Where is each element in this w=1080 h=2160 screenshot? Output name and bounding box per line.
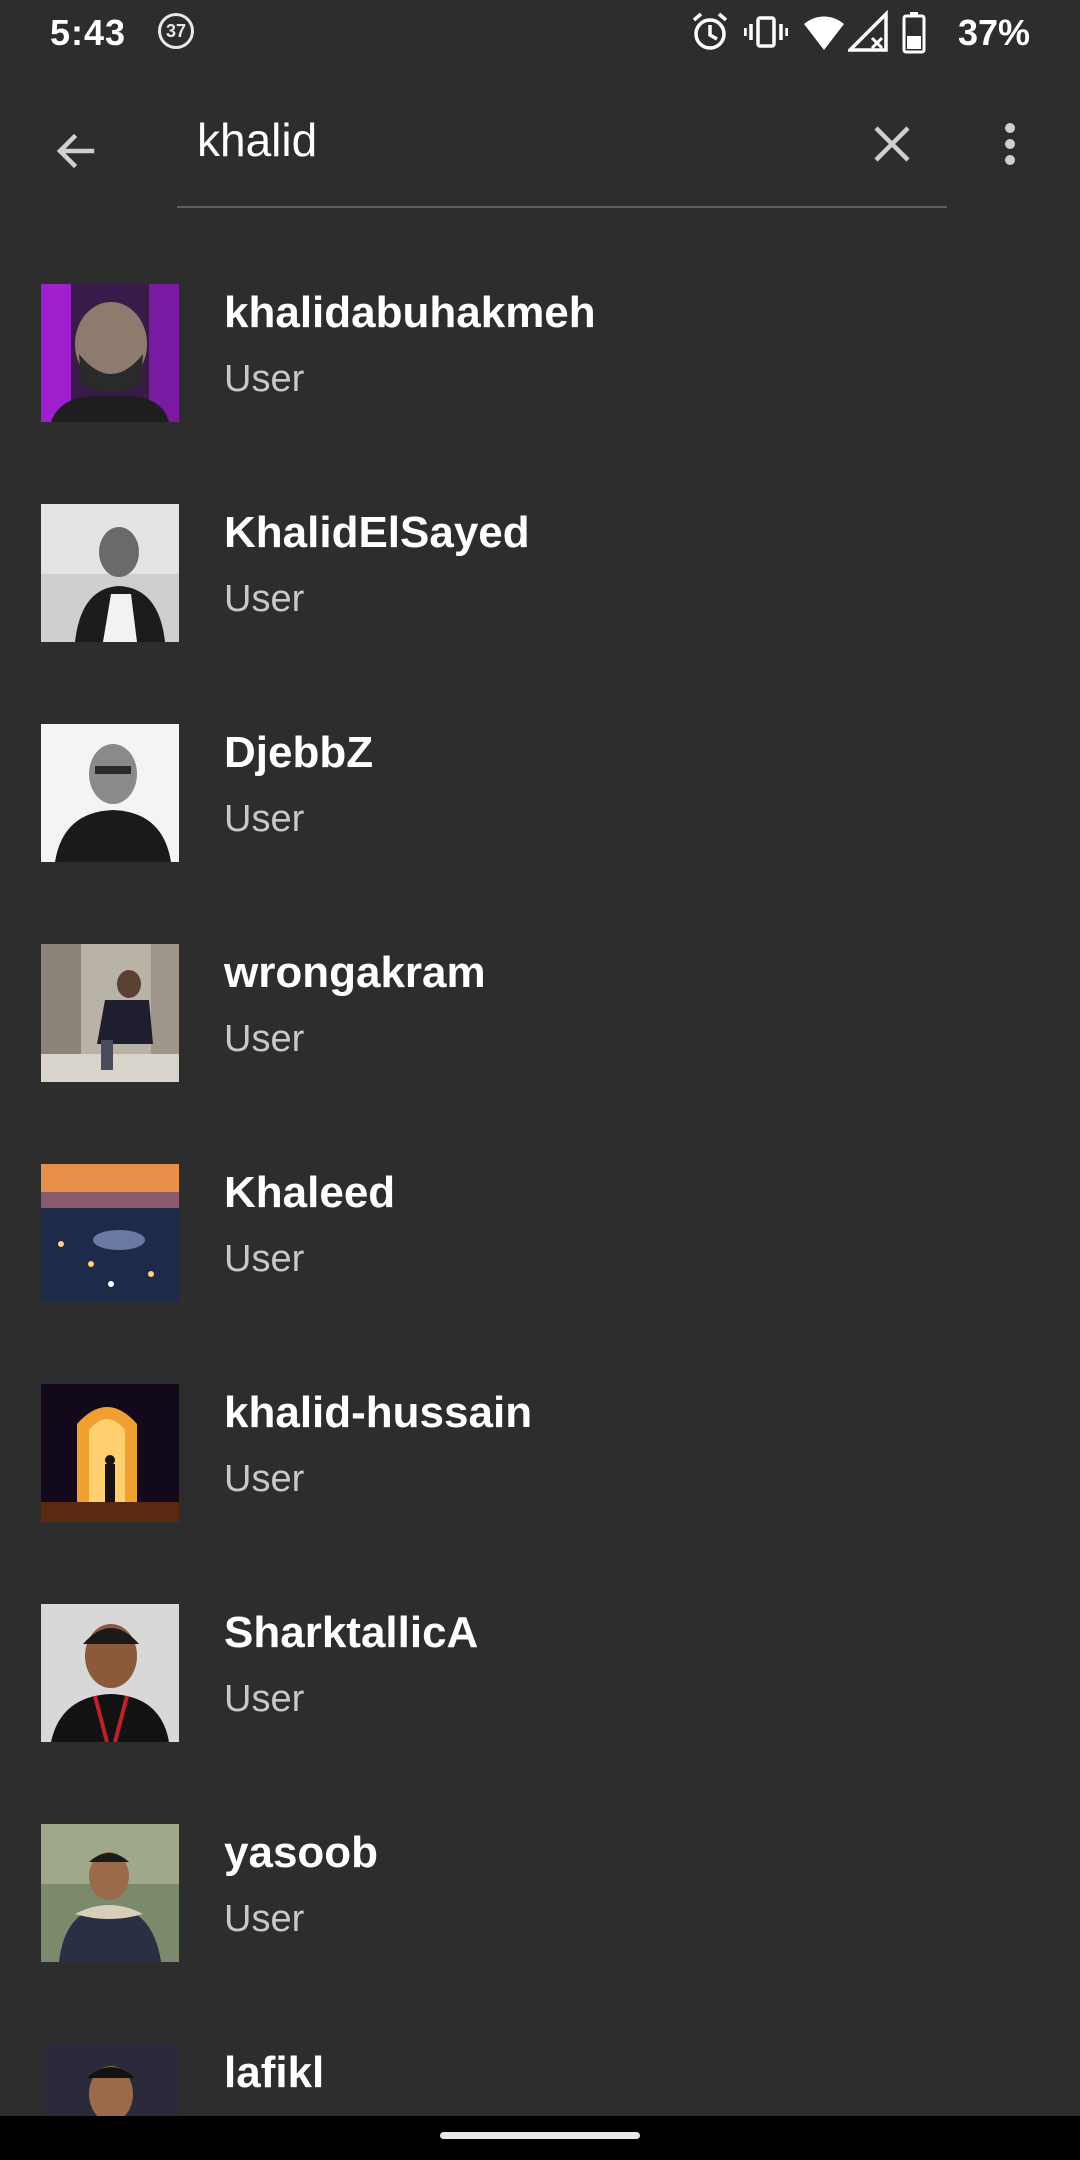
result-item[interactable]: wrongakram User xyxy=(0,904,1080,1124)
avatar xyxy=(41,1384,179,1522)
signal-icon xyxy=(845,9,888,59)
github-search-screen: 5:43 37 37% khalid khalidabuhakmeh User … xyxy=(0,0,1080,2160)
clear-search-button[interactable] xyxy=(852,104,932,184)
status-icons: 37% xyxy=(690,9,1030,59)
notification-count-badge: 37 xyxy=(158,13,194,49)
avatar xyxy=(41,1824,179,1962)
result-name: SharktallicA xyxy=(224,1608,479,1657)
avatar xyxy=(41,2044,179,2116)
avatar xyxy=(41,944,179,1082)
close-icon xyxy=(874,126,910,162)
result-type: User xyxy=(224,358,305,400)
avatar xyxy=(41,1604,179,1742)
result-item[interactable]: SharktallicA User xyxy=(0,1564,1080,1784)
result-name: lafikl xyxy=(224,2048,325,2097)
home-gesture-handle[interactable] xyxy=(440,2132,640,2139)
result-name: khalidabuhakmeh xyxy=(224,288,596,337)
search-results-list: khalidabuhakmeh User KhalidElSayed User xyxy=(0,244,1080,2116)
result-name: DjebbZ xyxy=(224,728,374,777)
avatar xyxy=(41,284,179,422)
back-button[interactable] xyxy=(36,111,116,191)
result-type: User xyxy=(224,1678,305,1720)
result-item[interactable]: KhalidElSayed User xyxy=(0,464,1080,684)
result-item[interactable]: khalidabuhakmeh User xyxy=(0,244,1080,464)
battery-percent: 37% xyxy=(957,12,1030,53)
alarm-icon xyxy=(690,10,730,59)
result-name: Khaleed xyxy=(224,1168,396,1217)
search-underline xyxy=(177,206,947,208)
result-type: User xyxy=(224,578,305,620)
more-vert-icon xyxy=(1005,123,1015,165)
result-type: User xyxy=(224,798,305,840)
result-name: yasoob xyxy=(224,1828,379,1877)
result-item[interactable]: lafikl User xyxy=(0,2004,1080,2116)
status-bar: 5:43 37 37% xyxy=(0,0,1080,68)
navigation-bar xyxy=(0,2116,1080,2160)
avatar xyxy=(41,724,179,862)
result-name: KhalidElSayed xyxy=(224,508,530,557)
result-item[interactable]: yasoob User xyxy=(0,1784,1080,2004)
arrow-back-icon xyxy=(56,133,95,169)
avatar xyxy=(41,504,179,642)
result-name: wrongakram xyxy=(224,948,486,997)
result-type: User xyxy=(224,1458,305,1500)
status-time: 5:43 xyxy=(50,12,127,53)
search-toolbar xyxy=(0,68,1080,218)
result-name: khalid-hussain xyxy=(224,1388,533,1437)
vibrate-icon xyxy=(743,10,789,59)
result-item[interactable]: khalid-hussain User xyxy=(0,1344,1080,1564)
result-item[interactable]: DjebbZ User xyxy=(0,684,1080,904)
result-type: User xyxy=(224,1018,305,1060)
wifi-icon xyxy=(802,10,846,59)
result-type: User xyxy=(224,1238,305,1280)
avatar xyxy=(41,1164,179,1302)
battery-icon xyxy=(902,10,926,59)
more-options-button[interactable] xyxy=(980,104,1040,184)
result-item[interactable]: Khaleed User xyxy=(0,1124,1080,1344)
search-input[interactable] xyxy=(177,98,837,182)
result-type: User xyxy=(224,1898,305,1940)
